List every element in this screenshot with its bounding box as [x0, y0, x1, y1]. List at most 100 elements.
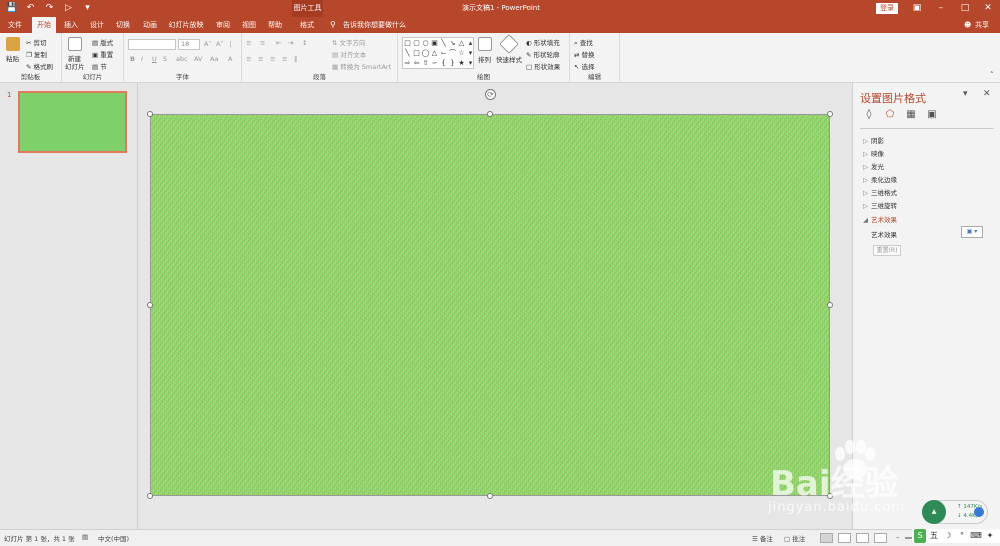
line-spacing-icon[interactable]: ↕ [302, 39, 307, 47]
comments-button[interactable]: ▢ 批注 [784, 533, 805, 543]
slideshow-view-icon[interactable] [874, 533, 887, 543]
oval-shape-icon[interactable]: ○ [421, 38, 430, 48]
effects-pentagon-icon[interactable]: ⬠ [884, 109, 896, 121]
line-shape-icon[interactable]: ╲ [439, 38, 448, 48]
close-icon[interactable]: ✕ [977, 0, 999, 17]
tri2-shape-icon[interactable]: △ [430, 48, 439, 58]
left-arrow-shape-icon[interactable]: ⇦ [412, 58, 421, 68]
ribbon-display-options-icon[interactable]: ▣ [906, 0, 928, 17]
find-button[interactable]: ⌕ 查找 [574, 37, 593, 48]
reading-view-icon[interactable] [856, 533, 869, 543]
tab-view[interactable]: 视图 [238, 17, 260, 33]
up-arrow-shape-icon[interactable]: ⇧ [421, 58, 430, 68]
resize-handle-top[interactable] [487, 111, 493, 117]
numbering-icon[interactable]: ≡ [260, 39, 265, 47]
section-reflection[interactable]: ▷ 映像 [863, 148, 884, 158]
collapse-ribbon-icon[interactable]: ˄ [990, 71, 994, 79]
align-right-icon[interactable]: ≡ [270, 55, 275, 63]
new-slide-button-label2[interactable]: 幻灯片 [65, 61, 85, 71]
tab-file[interactable]: 文件 [4, 17, 26, 33]
picture-icon[interactable]: ▣ [926, 109, 938, 121]
tab-format[interactable]: 格式 [294, 17, 320, 33]
smartart-button[interactable]: ▦ 转换为 SmartArt [332, 61, 391, 71]
layout-button[interactable]: ▤ 版式 [92, 37, 113, 47]
clear-format-icon[interactable]: ❲ [228, 40, 233, 48]
section-soft-edges[interactable]: ▷ 柔化边缘 [863, 174, 897, 184]
more2-shapes-icon[interactable]: ▾ [466, 48, 475, 58]
decrease-indent-icon[interactable]: ⇤ [276, 39, 281, 47]
section-3d-format[interactable]: ▷ 三维格式 [863, 187, 897, 197]
tab-animations[interactable]: 动画 [139, 17, 161, 33]
curve-shape-icon[interactable]: ∽ [430, 58, 439, 68]
start-from-beginning-icon[interactable]: ▷ [63, 2, 74, 14]
section-button[interactable]: ▤ 节 [92, 61, 107, 71]
resize-handle-bottom[interactable] [487, 493, 493, 499]
artistic-effects-dropdown[interactable]: ▣ ▾ [961, 226, 983, 238]
format-painter-button[interactable]: ✎ 格式刷 [26, 61, 53, 71]
more-shapes-icon[interactable]: ▴ [466, 38, 475, 48]
ime-logo-icon[interactable]: S [914, 529, 926, 543]
expand-shapes-icon[interactable]: ▾ [466, 58, 475, 68]
align-left-icon[interactable]: ≡ [246, 55, 251, 63]
text-direction-button[interactable]: ⇅ 文字方向 [332, 37, 366, 47]
tab-help[interactable]: 帮助 [264, 17, 286, 33]
paste-button[interactable]: 粘贴 [6, 53, 19, 63]
resize-handle-left[interactable] [147, 302, 153, 308]
replace-button[interactable]: ⇄ 替换 [574, 49, 595, 59]
minimize-icon[interactable]: – [930, 0, 952, 17]
resize-handle-right[interactable] [827, 302, 833, 308]
slide-sorter-icon[interactable] [838, 533, 851, 543]
font-size-combo[interactable]: 18 [178, 39, 200, 50]
arrange-button[interactable]: 排列 [478, 54, 491, 64]
shape-fill-button[interactable]: ◐ 形状填充 [526, 37, 560, 47]
section-glow[interactable]: ▷ 发光 [863, 161, 884, 171]
shape-effects-button[interactable]: □ 形状效果 [526, 61, 560, 71]
ime-mode[interactable]: 五 [928, 529, 940, 543]
paste-icon[interactable] [6, 37, 20, 51]
tab-transitions[interactable]: 切换 [112, 17, 134, 33]
section-artistic-effects[interactable]: ◢ 艺术效果 [863, 214, 897, 224]
share-button[interactable]: 共享 [975, 17, 989, 33]
underline-button[interactable]: U [152, 55, 157, 63]
tab-slideshow[interactable]: 幻灯片放映 [166, 17, 206, 33]
align-text-button[interactable]: ▤ 对齐文本 [332, 49, 366, 59]
resize-handle-top-right[interactable] [827, 111, 833, 117]
rounded-shape-icon[interactable]: ▣ [430, 38, 439, 48]
customize-qat-icon[interactable]: ▾ [82, 2, 93, 14]
pane-close-icon[interactable]: ✕ [983, 89, 991, 99]
arrow-shape-icon[interactable]: ↘ [448, 38, 457, 48]
bold-button[interactable]: B [130, 55, 135, 63]
section-shadow[interactable]: ▷ 阴影 [863, 135, 884, 145]
rect-shape-icon[interactable]: ▢ [412, 38, 421, 48]
network-speed-widget[interactable]: ▲ ↑ 147K/s ↓ 4.4K/s [922, 500, 988, 524]
new-slide-icon[interactable] [68, 37, 82, 51]
resize-handle-bottom-right[interactable] [827, 493, 833, 499]
italic-button[interactable]: I [141, 55, 143, 63]
fill-line-icon[interactable]: ◊ [863, 109, 875, 121]
spell-check-icon[interactable]: ▤ [82, 533, 88, 541]
shape-outline-button[interactable]: ✎ 形状轮廓 [526, 49, 560, 59]
tab-review[interactable]: 审阅 [212, 17, 234, 33]
line2-shape-icon[interactable]: ╲ [403, 48, 412, 58]
shrink-font-icon[interactable]: A˅ [216, 40, 224, 48]
font-color-icon[interactable]: A [228, 55, 232, 63]
font-name-combo[interactable] [128, 39, 176, 50]
ime-skin-icon[interactable]: ✦ [984, 529, 996, 543]
zoom-out-icon[interactable]: – [896, 533, 899, 541]
selected-picture[interactable] [150, 114, 830, 496]
rotate-handle-icon[interactable]: ⟳ [485, 89, 496, 100]
tab-insert[interactable]: 插入 [60, 17, 82, 33]
star2-shape-icon[interactable]: ★ [457, 58, 466, 68]
increase-indent-icon[interactable]: ⇥ [288, 39, 293, 47]
bracket-shape-icon[interactable]: ⌙ [439, 48, 448, 58]
notes-button[interactable]: ☰ 备注 [752, 533, 773, 543]
change-case-icon[interactable]: Aa [210, 55, 218, 63]
maximize-icon[interactable]: □ [954, 0, 976, 17]
bullets-icon[interactable]: ≡ [246, 39, 251, 47]
shapes-gallery[interactable]: □ ▢ ○ ▣ ╲ ↘ △ ▴ ╲ □ ◯ △ ⌙ ⌒ ☆ ▾ ⇨ ⇦ ⇧ ∽ … [402, 37, 474, 69]
align-center-icon[interactable]: ≡ [258, 55, 263, 63]
copy-button[interactable]: ❐ 复制 [26, 49, 47, 59]
language-indicator[interactable]: 中文(中国) [98, 533, 129, 543]
char-spacing-icon[interactable]: AV [194, 55, 202, 63]
rect2-shape-icon[interactable]: □ [412, 48, 421, 58]
